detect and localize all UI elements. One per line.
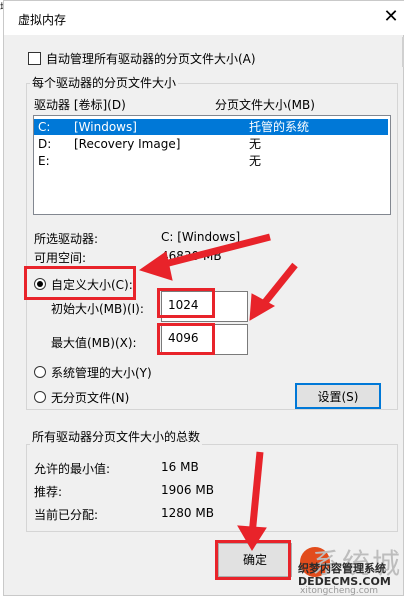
arrow-to-inputs — [259, 262, 298, 309]
arrowhead-ok — [237, 525, 267, 551]
arrow-to-custom — [156, 233, 271, 270]
arrowhead-custom — [138, 251, 173, 281]
watermark-line1: 织梦内容管理系统 — [298, 562, 386, 575]
annotation-arrows — [138, 233, 298, 551]
arrow-to-ok — [248, 451, 264, 536]
watermark-line3: xitongcheng.com — [300, 586, 378, 596]
